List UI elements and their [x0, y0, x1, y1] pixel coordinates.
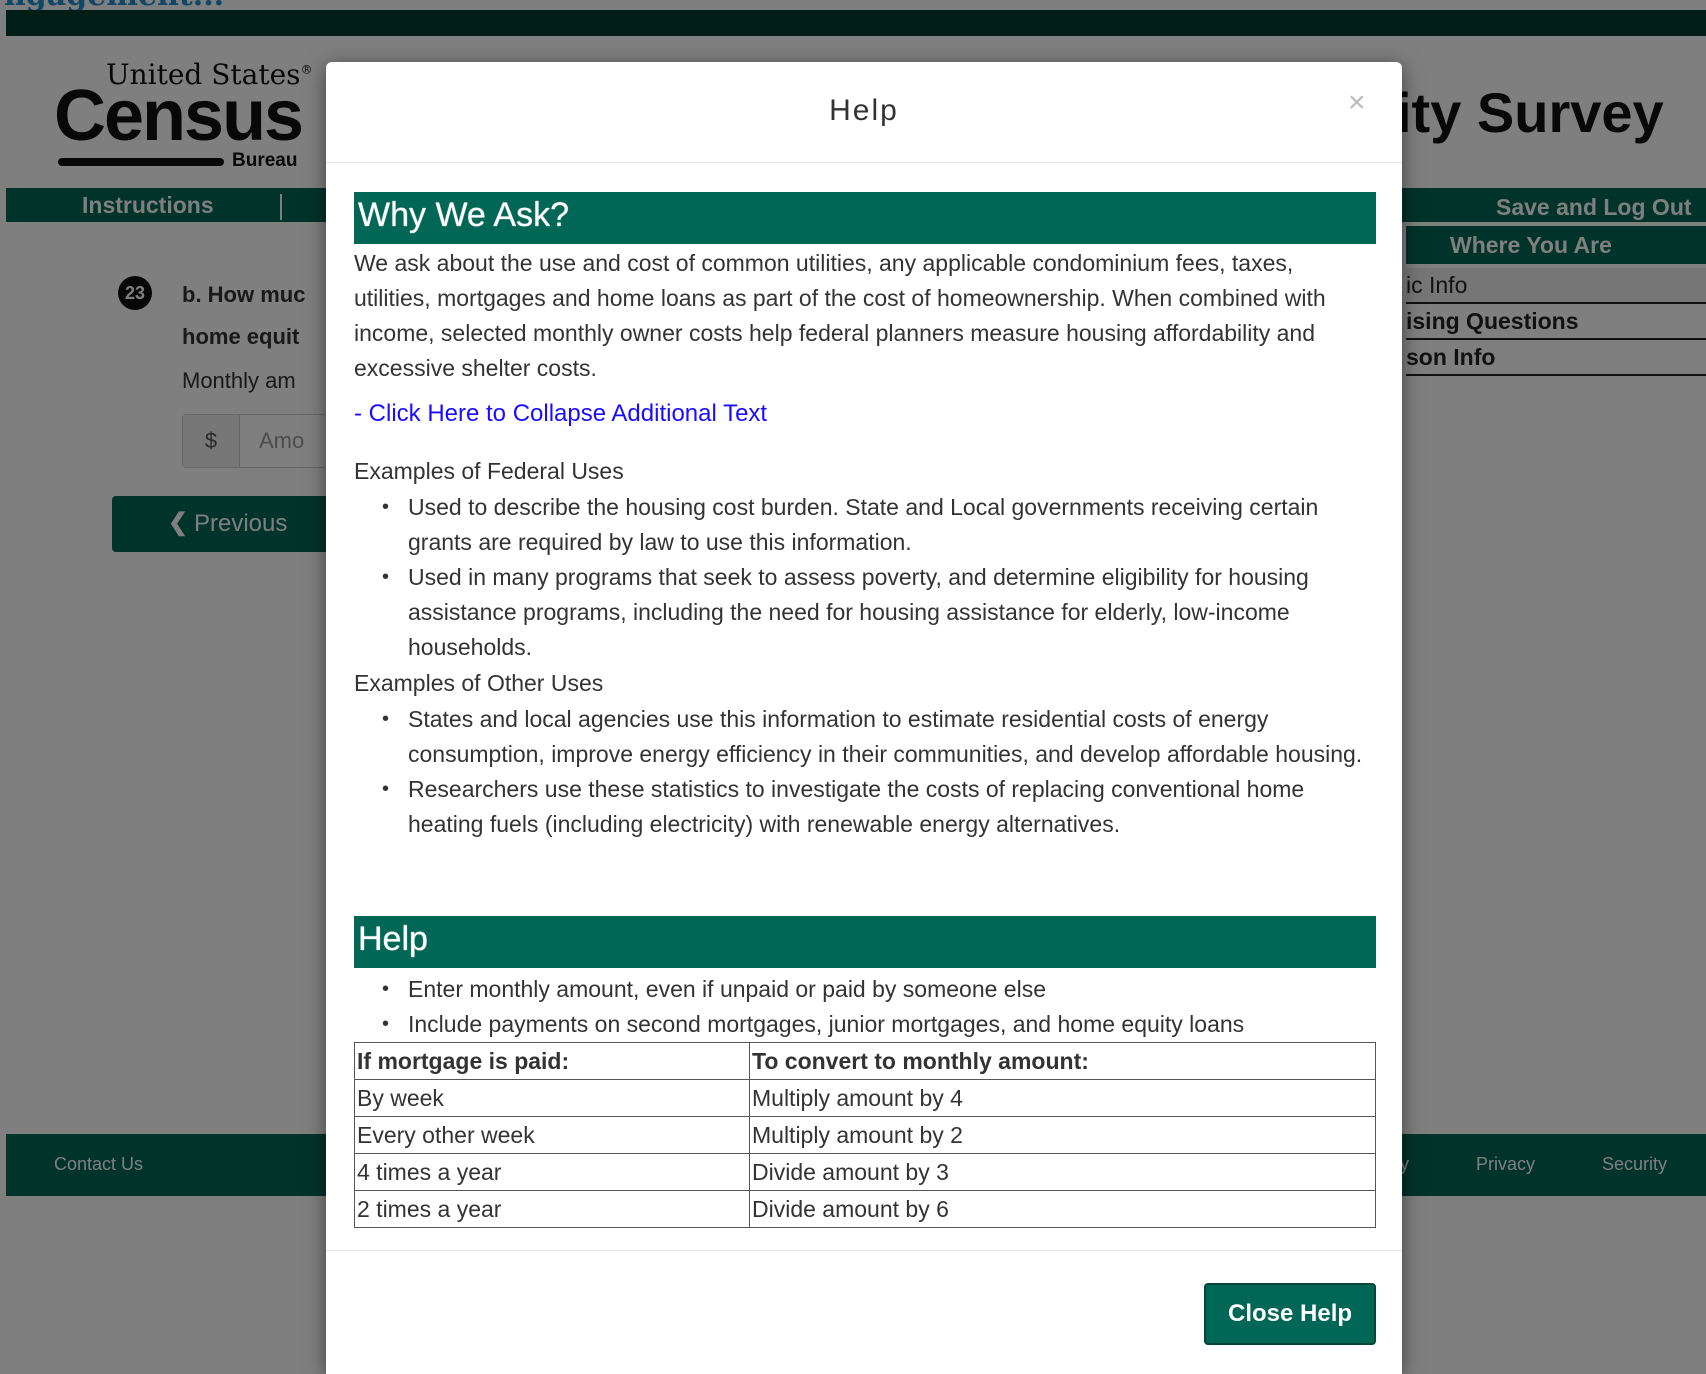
other-uses-heading: Examples of Other Uses — [354, 670, 604, 696]
other-uses-list: States and local agencies use this infor… — [354, 702, 1374, 842]
list-item: States and local agencies use this infor… — [382, 702, 1374, 772]
table-header-row: If mortgage is paid: To convert to month… — [354, 1042, 1376, 1080]
why-we-ask-heading: Why We Ask? — [354, 192, 1376, 244]
close-help-button[interactable]: Close Help — [1204, 1283, 1376, 1345]
table-row: 2 times a year Divide amount by 6 — [354, 1190, 1376, 1228]
list-item: Enter monthly amount, even if unpaid or … — [382, 972, 1374, 1007]
federal-uses-heading: Examples of Federal Uses — [354, 458, 624, 484]
table-cell: Every other week — [354, 1116, 750, 1154]
table-cell: 2 times a year — [354, 1190, 750, 1228]
federal-uses-list: Used to describe the housing cost burden… — [354, 490, 1374, 665]
modal-title: Help — [829, 94, 899, 127]
list-item: Used in many programs that seek to asses… — [382, 560, 1374, 665]
modal-footer: Close Help — [326, 1250, 1402, 1374]
table-cell: Divide amount by 6 — [749, 1190, 1376, 1228]
modal-header: Help × — [326, 62, 1402, 163]
collapse-text-link[interactable]: - Click Here to Collapse Additional Text — [354, 400, 767, 428]
table-cell: 4 times a year — [354, 1153, 750, 1191]
help-heading: Help — [354, 916, 1376, 968]
list-item: Include payments on second mortgages, ju… — [382, 1007, 1374, 1042]
conversion-table: If mortgage is paid: To convert to month… — [354, 1042, 1376, 1228]
table-header: To convert to monthly amount: — [749, 1042, 1376, 1080]
table-header: If mortgage is paid: — [354, 1042, 750, 1080]
list-item: Researchers use these statistics to inve… — [382, 772, 1374, 842]
close-icon[interactable]: × — [1348, 86, 1366, 120]
list-item: Used to describe the housing cost burden… — [382, 490, 1374, 560]
table-cell: Multiply amount by 4 — [749, 1079, 1376, 1117]
help-list: Enter monthly amount, even if unpaid or … — [354, 972, 1374, 1042]
table-cell: By week — [354, 1079, 750, 1117]
table-cell: Divide amount by 3 — [749, 1153, 1376, 1191]
intro-paragraph: We ask about the use and cost of common … — [354, 250, 1326, 381]
help-modal: Help × Why We Ask? We ask about the use … — [326, 62, 1402, 1374]
table-row: By week Multiply amount by 4 — [354, 1079, 1376, 1117]
table-row: Every other week Multiply amount by 2 — [354, 1116, 1376, 1154]
table-cell: Multiply amount by 2 — [749, 1116, 1376, 1154]
table-row: 4 times a year Divide amount by 3 — [354, 1153, 1376, 1191]
